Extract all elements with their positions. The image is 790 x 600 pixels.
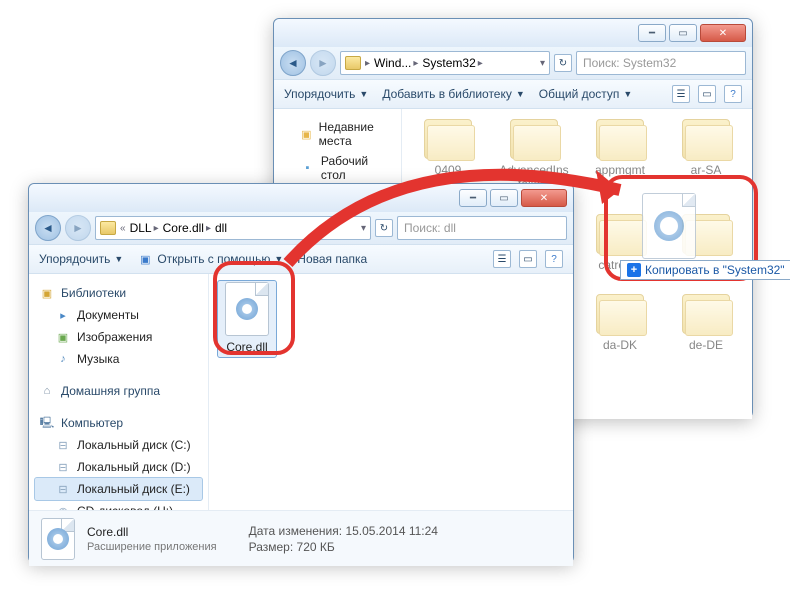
sidebar-desktop[interactable]: ▪Рабочий стол <box>280 151 395 185</box>
status-size-value: 720 КБ <box>297 540 335 554</box>
folder-item[interactable]: AdvancedInstallers <box>498 119 570 192</box>
minimize-button[interactable]: ━ <box>459 189 487 207</box>
sidebar-documents[interactable]: ▸Документы <box>35 304 202 326</box>
help-button[interactable]: ? <box>724 85 742 103</box>
breadcrumb-segment[interactable]: DLL <box>130 221 152 235</box>
folder-label: de-DE <box>689 338 723 352</box>
close-button[interactable]: ✕ <box>521 189 567 207</box>
new-folder-button[interactable]: Новая папка <box>297 252 367 266</box>
search-placeholder: Поиск: System32 <box>583 56 676 70</box>
sidebar-music[interactable]: ♪Музыка <box>35 348 202 370</box>
folder-item[interactable]: da-DK <box>584 294 656 352</box>
sidebar-cd-drive-h[interactable]: ◉CD-дисковод (H:) <box>35 500 202 510</box>
view-mode-button[interactable]: ☰ <box>493 250 511 268</box>
status-filetype: Расширение приложения <box>87 541 217 553</box>
folder-label: ar-SA <box>691 163 722 177</box>
gear-icon <box>47 528 69 550</box>
forward-button[interactable]: ► <box>65 215 91 241</box>
view-mode-button[interactable]: ☰ <box>672 85 690 103</box>
explorer-window-dll[interactable]: ━ ▭ ✕ ◄ ► « DLL ▸ Core.dll ▸ dll ▾ ↻ Пои… <box>28 183 574 563</box>
sidebar-drive-d[interactable]: ⊟Локальный диск (D:) <box>35 456 202 478</box>
folder-content[interactable]: Core.dll <box>209 274 573 510</box>
titlebar[interactable]: ━ ▭ ✕ <box>274 19 752 47</box>
breadcrumb-segment[interactable]: Core.dll <box>163 221 204 235</box>
file-item-core-dll[interactable]: Core.dll <box>221 282 273 354</box>
folder-icon <box>424 119 472 159</box>
organize-menu[interactable]: Упорядочить▼ <box>284 87 368 101</box>
dll-file-icon <box>225 282 269 336</box>
breadcrumb-segment[interactable]: Wind... <box>374 56 411 70</box>
address-bar[interactable]: ▸ Wind... ▸ System32 ▸ ▾ <box>340 51 550 75</box>
nav-row: ◄ ► ▸ Wind... ▸ System32 ▸ ▾ ↻ Поиск: Sy… <box>274 47 752 79</box>
sidebar-images[interactable]: ▣Изображения <box>35 326 202 348</box>
sidebar-computer[interactable]: 🖳Компьютер <box>35 412 202 434</box>
folder-icon <box>596 119 644 159</box>
maximize-button[interactable]: ▭ <box>490 189 518 207</box>
folder-icon <box>100 221 116 235</box>
folder-label: appmgmt <box>595 163 645 177</box>
status-filename: Core.dll <box>87 525 217 539</box>
share-menu[interactable]: Общий доступ▼ <box>539 87 633 101</box>
forward-button[interactable]: ► <box>310 50 336 76</box>
drag-ghost-file <box>642 193 702 263</box>
sidebar-homegroup[interactable]: ⌂Домашняя группа <box>35 380 202 402</box>
sidebar-drive-c[interactable]: ⊟Локальный диск (C:) <box>35 434 202 456</box>
preview-pane-button[interactable]: ▭ <box>698 85 716 103</box>
organize-menu[interactable]: Упорядочить▼ <box>39 252 123 266</box>
add-to-library-menu[interactable]: Добавить в библиотеку▼ <box>382 87 524 101</box>
folder-icon <box>596 214 644 254</box>
folder-label: da-DK <box>603 338 637 352</box>
nav-row: ◄ ► « DLL ▸ Core.dll ▸ dll ▾ ↻ Поиск: dl… <box>29 212 573 244</box>
folder-item[interactable]: de-DE <box>670 294 742 352</box>
breadcrumb-segment[interactable]: System32 <box>422 56 475 70</box>
dll-file-icon <box>642 193 696 259</box>
back-button[interactable]: ◄ <box>280 50 306 76</box>
sidebar-recent[interactable]: ▣Недавние места <box>280 117 395 151</box>
sidebar: ▣Библиотеки ▸Документы ▣Изображения ♪Муз… <box>29 274 209 510</box>
search-input[interactable]: Поиск: dll <box>397 216 567 240</box>
help-button[interactable]: ? <box>545 250 563 268</box>
status-modified-label: Дата изменения: <box>249 524 343 538</box>
maximize-button[interactable]: ▭ <box>669 24 697 42</box>
folder-item[interactable]: ar-SA <box>670 119 742 192</box>
open-with-menu[interactable]: ▣Открыть с помощью▼ <box>137 251 283 267</box>
folder-icon <box>596 294 644 334</box>
back-button[interactable]: ◄ <box>35 215 61 241</box>
drag-copy-tooltip: + Копировать в "System32" <box>620 260 790 280</box>
gear-icon <box>654 211 684 241</box>
folder-icon <box>682 294 730 334</box>
window-body: ▣Библиотеки ▸Документы ▣Изображения ♪Муз… <box>29 274 573 510</box>
folder-icon <box>345 56 361 70</box>
dll-file-icon <box>41 518 75 560</box>
toolbar: Упорядочить▼ ▣Открыть с помощью▼ Новая п… <box>29 244 573 274</box>
status-modified-value: 15.05.2014 11:24 <box>345 524 438 538</box>
search-placeholder: Поиск: dll <box>404 221 456 235</box>
plus-icon: + <box>627 263 641 277</box>
folder-icon <box>682 119 730 159</box>
gear-icon <box>236 298 258 320</box>
search-input[interactable]: Поиск: System32 <box>576 51 746 75</box>
sidebar-libraries[interactable]: ▣Библиотеки <box>35 282 202 304</box>
minimize-button[interactable]: ━ <box>638 24 666 42</box>
refresh-button[interactable]: ↻ <box>375 219 393 237</box>
status-bar: Core.dll Расширение приложения Дата изме… <box>29 510 573 566</box>
chevron-down-icon[interactable]: ▾ <box>361 223 366 234</box>
preview-pane-button[interactable]: ▭ <box>519 250 537 268</box>
address-bar[interactable]: « DLL ▸ Core.dll ▸ dll ▾ <box>95 216 371 240</box>
folder-item[interactable]: appmgmt <box>584 119 656 192</box>
refresh-button[interactable]: ↻ <box>554 54 572 72</box>
sidebar-drive-e[interactable]: ⊟Локальный диск (E:) <box>35 478 202 500</box>
status-size-label: Размер: <box>249 540 294 554</box>
folder-item[interactable]: 0409 <box>412 119 484 192</box>
file-label: Core.dll <box>226 340 267 354</box>
folder-label: 0409 <box>435 163 462 177</box>
chevron-down-icon[interactable]: ▾ <box>540 58 545 69</box>
close-button[interactable]: ✕ <box>700 24 746 42</box>
breadcrumb-segment[interactable]: dll <box>215 221 227 235</box>
folder-icon <box>510 119 558 159</box>
toolbar: Упорядочить▼ Добавить в библиотеку▼ Общи… <box>274 79 752 109</box>
titlebar[interactable]: ━ ▭ ✕ <box>29 184 573 212</box>
